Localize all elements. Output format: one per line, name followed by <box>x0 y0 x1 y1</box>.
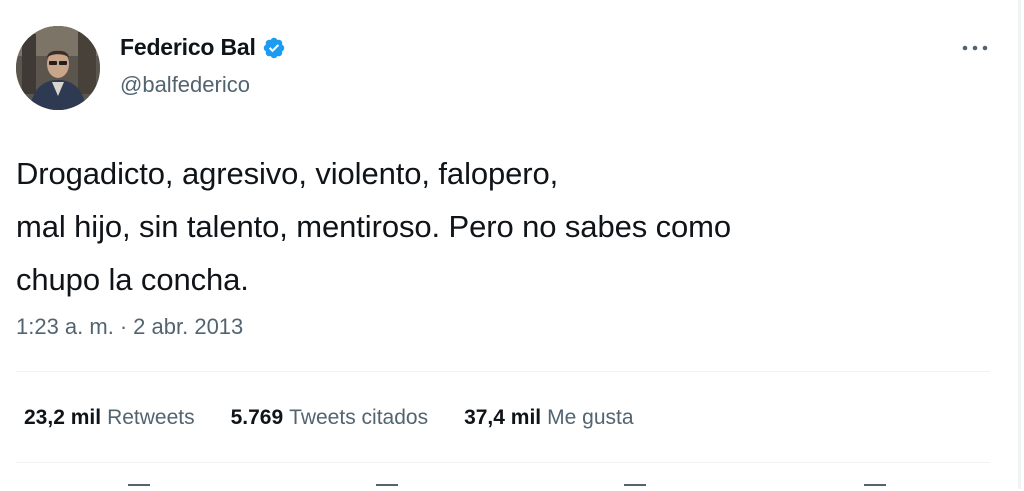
avatar[interactable] <box>16 26 100 110</box>
likes-stat[interactable]: 37,4 mil Me gusta <box>464 406 633 430</box>
timestamp-separator: · <box>119 314 128 339</box>
retweets-count: 23,2 mil <box>24 406 102 429</box>
like-icon[interactable] <box>624 484 646 491</box>
share-icon[interactable] <box>864 484 886 491</box>
divider <box>16 371 990 372</box>
verified-badge-icon <box>263 37 284 58</box>
tweet-time[interactable]: 1:23 a. m. <box>16 314 114 340</box>
tweet-date[interactable]: 2 abr. 2013 <box>133 314 243 340</box>
author-display-name[interactable]: Federico Bal <box>120 34 256 61</box>
author-handle[interactable]: @balfederico <box>120 72 250 98</box>
divider <box>16 462 990 463</box>
quote-tweets-count: 5.769 <box>230 406 284 429</box>
retweets-label: Retweets <box>107 406 195 429</box>
reply-icon[interactable] <box>128 484 150 491</box>
likes-label: Me gusta <box>547 406 634 429</box>
more-options-icon[interactable] <box>958 34 992 62</box>
author-name-row[interactable]: Federico Bal <box>120 34 286 61</box>
retweet-icon[interactable] <box>376 484 398 491</box>
action-bar <box>0 478 1021 489</box>
likes-count: 37,4 mil <box>464 406 542 429</box>
tweet-text: Drogadicto, agresivo, violento, falopero… <box>16 156 732 297</box>
quote-tweets-stat[interactable]: 5.769 Tweets citados <box>231 406 428 430</box>
tweet-timestamp[interactable]: 1:23 a. m. · 2 abr. 2013 <box>16 314 243 340</box>
profile-photo <box>16 26 100 110</box>
quote-tweets-label: Tweets citados <box>289 406 429 429</box>
retweets-stat[interactable]: 23,2 mil Retweets <box>24 406 195 430</box>
engagement-stats: 23,2 mil Retweets 5.769 Tweets citados 3… <box>24 406 634 430</box>
